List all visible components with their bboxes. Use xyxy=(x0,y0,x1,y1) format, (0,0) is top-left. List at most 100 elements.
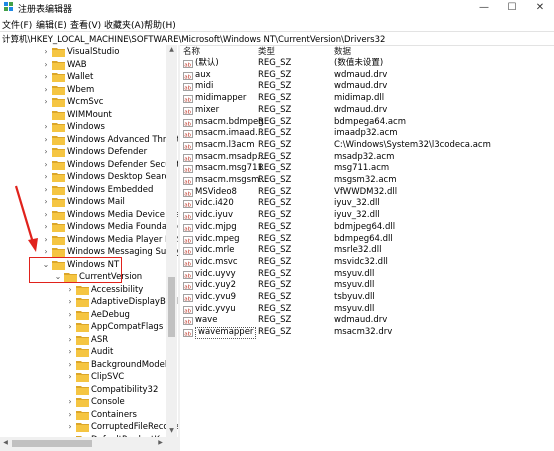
tree-item[interactable]: › Windows Media Device Ma xyxy=(0,209,178,222)
value-row[interactable]: ab (默认) REG_SZ (数值未设置) xyxy=(181,58,554,70)
pane-splitter[interactable] xyxy=(178,45,180,451)
value-list[interactable]: 名称 类型 数据 ab (默认) REG_SZ (数值未设置) ab aux REG_SZ w… xyxy=(181,45,554,451)
minimize-button[interactable]: — xyxy=(470,0,498,16)
hscroll-thumb[interactable] xyxy=(12,440,92,447)
value-row[interactable]: ab vidc.yuy2 REG_SZ msyuv.dll xyxy=(181,280,554,292)
tree-item[interactable]: › Console xyxy=(0,396,166,409)
value-row[interactable]: ab msacm.msg711 REG_SZ msg711.acm xyxy=(181,163,554,175)
chevron-right-icon[interactable]: › xyxy=(42,59,50,71)
tree-item[interactable]: › Windows Media Foundation xyxy=(0,221,178,234)
chevron-right-icon[interactable]: › xyxy=(66,309,74,321)
tree-item[interactable]: › CorruptedFileRecover xyxy=(0,421,178,434)
value-row[interactable]: ab vidc.mjpg REG_SZ bdmjpeg64.dll xyxy=(181,222,554,234)
tree-item[interactable]: › Windows Mail xyxy=(0,196,166,209)
value-row[interactable]: ab aux REG_SZ wdmaud.drv xyxy=(181,70,554,82)
scroll-right-icon[interactable]: ▶ xyxy=(156,439,165,446)
tree-item[interactable]: › Containers xyxy=(0,409,166,422)
menu-view[interactable]: 查看(V) xyxy=(70,18,101,31)
value-row[interactable]: ab msacm.imaad... REG_SZ imaadp32.acm xyxy=(181,128,554,140)
value-row[interactable]: ab midimapper REG_SZ midimap.dll xyxy=(181,93,554,105)
chevron-right-icon[interactable]: › xyxy=(42,159,50,171)
chevron-right-icon[interactable]: › xyxy=(42,146,50,158)
address-path[interactable]: 计算机\HKEY_LOCAL_MACHINE\SOFTWARE\Microsof… xyxy=(2,33,385,45)
maximize-button[interactable]: ☐ xyxy=(498,0,526,16)
tree-item[interactable]: › AppCompatFlags xyxy=(0,321,166,334)
scroll-down-icon[interactable]: ▼ xyxy=(168,427,175,435)
tree-item[interactable]: › Windows Desktop Search xyxy=(0,171,175,184)
menu-edit[interactable]: 编辑(E) xyxy=(36,18,67,31)
tree-item[interactable]: › Windows Defender Security xyxy=(0,159,178,172)
chevron-right-icon[interactable]: › xyxy=(42,171,50,183)
chevron-right-icon[interactable]: › xyxy=(66,371,74,383)
tree-item[interactable]: › WAB xyxy=(0,59,166,72)
tree-item[interactable]: › Audit xyxy=(0,346,166,359)
chevron-right-icon[interactable]: › xyxy=(66,296,74,308)
tree-item[interactable]: › Windows Advanced Threat xyxy=(0,134,178,147)
value-row[interactable]: ab midi REG_SZ wdmaud.drv xyxy=(181,81,554,93)
value-row[interactable]: ab vidc.iyuv REG_SZ iyuv_32.dll xyxy=(181,210,554,222)
menu-help[interactable]: 帮助(H) xyxy=(144,18,176,31)
chevron-right-icon[interactable]: › xyxy=(66,334,74,346)
menu-favorites[interactable]: 收藏夹(A) xyxy=(104,18,144,31)
scroll-up-icon[interactable]: ▲ xyxy=(168,46,175,54)
registry-tree[interactable]: › VisualStudio › WAB › Wallet › Wbem › WcmSvc WIMM… xyxy=(0,45,178,437)
value-row[interactable]: ab msacm.bdmpeg REG_SZ bdmpega64.acm xyxy=(181,117,554,129)
value-row[interactable]: ab msacm.msadp... REG_SZ msadp32.acm xyxy=(181,152,554,164)
column-header-name[interactable]: 名称 xyxy=(183,45,200,57)
chevron-right-icon[interactable]: › xyxy=(42,84,50,96)
chevron-right-icon[interactable]: › xyxy=(42,46,50,58)
tree-item[interactable]: › Windows Defender xyxy=(0,146,166,159)
close-button[interactable]: ✕ xyxy=(526,0,554,16)
address-bar[interactable]: 计算机\HKEY_LOCAL_MACHINE\SOFTWARE\Microsof… xyxy=(0,31,554,46)
tree-item[interactable]: › Wbem xyxy=(0,84,166,97)
value-row[interactable]: ab vidc.yvyu REG_SZ msyuv.dll xyxy=(181,304,554,316)
value-row[interactable]: ab msacm.l3acm REG_SZ C:\Windows\System32\l… xyxy=(181,140,554,152)
tree-item[interactable]: › AeDebug xyxy=(0,309,166,322)
chevron-right-icon[interactable]: › xyxy=(42,196,50,208)
value-row[interactable]: ab msacm.msgsm... REG_SZ msgsm32.acm xyxy=(181,175,554,187)
tree-item[interactable]: Compatibility32 xyxy=(0,384,166,397)
tree-item[interactable]: › WcmSvc xyxy=(0,96,166,109)
tree-item[interactable]: › Windows xyxy=(0,121,166,134)
chevron-right-icon[interactable]: › xyxy=(66,396,74,408)
chevron-right-icon[interactable]: › xyxy=(66,321,74,333)
tree-vertical-scrollbar[interactable]: ▲ ▼ xyxy=(166,45,177,437)
tree-item[interactable]: › ASR xyxy=(0,334,166,347)
column-header-type[interactable]: 类型 xyxy=(258,45,275,57)
tree-horizontal-scrollbar[interactable]: ◀ ▶ xyxy=(0,437,178,451)
tree-item[interactable]: WIMMount xyxy=(0,109,166,122)
tree-item[interactable]: › VisualStudio xyxy=(0,46,166,59)
tree-item[interactable]: › AdaptiveDisplayBright xyxy=(0,296,178,309)
scroll-left-icon[interactable]: ◀ xyxy=(1,439,10,446)
tree-item[interactable]: › ClipSVC xyxy=(0,371,166,384)
value-row[interactable]: ab vidc.mrle REG_SZ msrle32.dll xyxy=(181,245,554,257)
chevron-right-icon[interactable]: › xyxy=(42,184,50,196)
chevron-right-icon[interactable]: › xyxy=(42,71,50,83)
tree-item[interactable]: › Windows Media Player NSS xyxy=(0,234,178,247)
value-row[interactable]: ab wave REG_SZ wdmaud.drv xyxy=(181,315,554,327)
chevron-right-icon[interactable]: › xyxy=(66,359,74,371)
tree-item[interactable]: › Accessibility xyxy=(0,284,166,297)
chevron-right-icon[interactable]: › xyxy=(42,121,50,133)
column-header-data[interactable]: 数据 xyxy=(334,45,351,57)
chevron-right-icon[interactable]: › xyxy=(42,209,50,221)
chevron-right-icon[interactable]: › xyxy=(66,409,74,421)
value-row[interactable]: ab vidc.yvu9 REG_SZ tsbyuv.dll xyxy=(181,292,554,304)
value-row[interactable]: ab wavemapper REG_SZ msacm32.drv xyxy=(181,327,554,339)
value-row[interactable]: ab mixer REG_SZ wdmaud.drv xyxy=(181,105,554,117)
value-row[interactable]: ab vidc.msvc REG_SZ msvidc32.dll xyxy=(181,257,554,269)
menu-file[interactable]: 文件(F) xyxy=(2,18,32,31)
tree-item[interactable]: › Windows Embedded xyxy=(0,184,166,197)
value-row[interactable]: ab vidc.mpeg REG_SZ bdmpeg64.dll xyxy=(181,234,554,246)
value-row[interactable]: ab vidc.i420 REG_SZ iyuv_32.dll xyxy=(181,198,554,210)
tree-item[interactable]: › BackgroundModel xyxy=(0,359,167,372)
chevron-right-icon[interactable]: › xyxy=(66,421,74,433)
chevron-right-icon[interactable]: › xyxy=(42,134,50,146)
value-row[interactable]: ab vidc.uyvy REG_SZ msyuv.dll xyxy=(181,269,554,281)
scroll-thumb[interactable] xyxy=(168,277,175,337)
value-row[interactable]: ab MSVideo8 REG_SZ VfWWDM32.dll xyxy=(181,187,554,199)
chevron-right-icon[interactable]: › xyxy=(42,96,50,108)
chevron-right-icon[interactable]: › xyxy=(66,284,74,296)
chevron-right-icon[interactable]: › xyxy=(66,346,74,358)
chevron-right-icon[interactable]: › xyxy=(42,234,50,246)
